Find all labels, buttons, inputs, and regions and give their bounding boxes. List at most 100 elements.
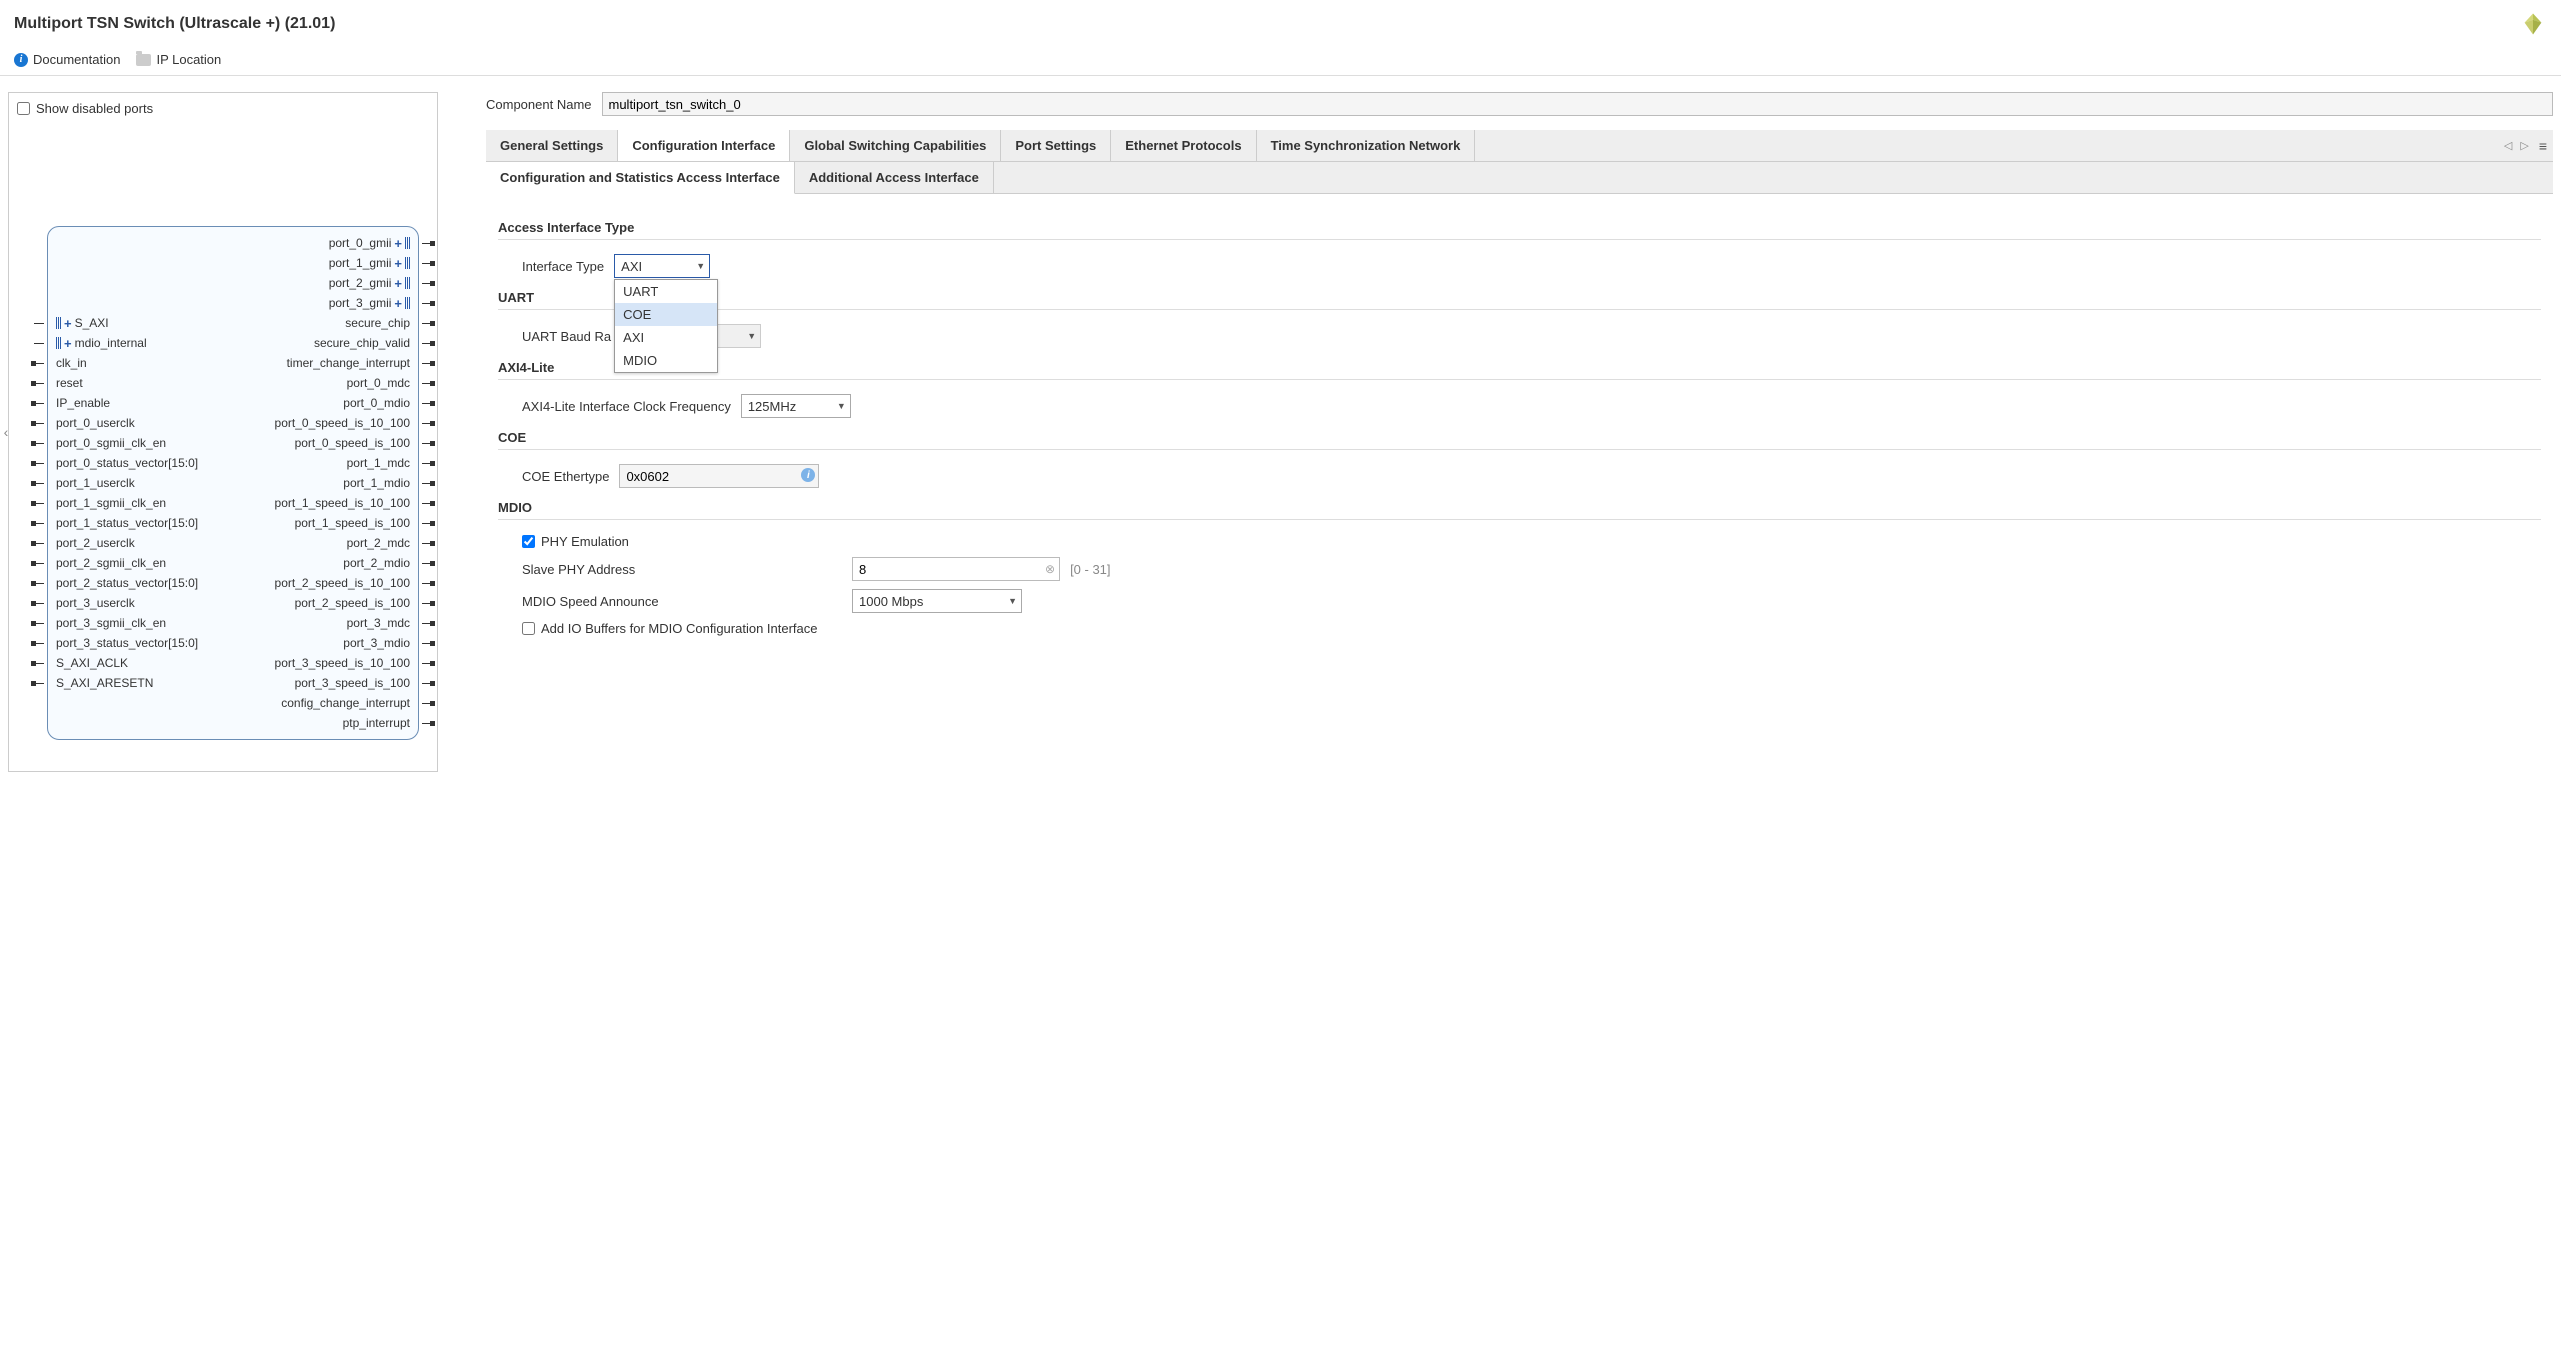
dropdown-option[interactable]: COE <box>615 303 717 326</box>
dropdown-option[interactable]: UART <box>615 280 717 303</box>
block-port: +mdio_internalsecure_chip_valid <box>48 333 418 353</box>
ip-location-link[interactable]: IP Location <box>136 52 221 67</box>
show-disabled-ports-checkbox[interactable] <box>17 102 30 115</box>
clear-icon[interactable]: ⊗ <box>1041 562 1059 576</box>
documentation-link[interactable]: i Documentation <box>14 52 120 67</box>
phy-emulation-label: PHY Emulation <box>541 534 629 549</box>
block-port: port_0_status_vector[15:0]port_1_mdc <box>48 453 418 473</box>
section-uart: UART <box>498 282 2541 310</box>
block-port: port_1_gmii + <box>48 253 418 273</box>
component-name-input[interactable] <box>602 92 2554 116</box>
bus-icon <box>405 277 410 289</box>
folder-icon <box>136 54 151 66</box>
main-tab[interactable]: Configuration Interface <box>618 130 790 161</box>
block-port: S_AXI_ARESETNport_3_speed_is_100 <box>48 673 418 693</box>
block-port: port_3_status_vector[15:0]port_3_mdio <box>48 633 418 653</box>
uart-baud-label: UART Baud Ra <box>522 329 611 344</box>
block-port: port_0_sgmii_clk_enport_0_speed_is_100 <box>48 433 418 453</box>
main-tab[interactable]: Time Synchronization Network <box>1257 130 1476 161</box>
main-layout: ‹ Show disabled ports port_0_gmii +port_… <box>0 76 2561 788</box>
block-port: port_2_status_vector[15:0]port_2_speed_i… <box>48 573 418 593</box>
documentation-label: Documentation <box>33 52 120 67</box>
page-title: Multiport TSN Switch (Ultrascale +) (21.… <box>14 15 335 33</box>
page-header: Multiport TSN Switch (Ultrascale +) (21.… <box>0 0 2561 48</box>
show-disabled-ports-label: Show disabled ports <box>36 101 153 116</box>
interface-type-label: Interface Type <box>522 259 604 274</box>
slave-phy-label: Slave PHY Address <box>522 562 842 577</box>
toolbar: i Documentation IP Location <box>0 48 2561 76</box>
block-port: clk_intimer_change_interrupt <box>48 353 418 373</box>
dropdown-option[interactable]: MDIO <box>615 349 717 372</box>
mdio-speed-row: MDIO Speed Announce 1000 Mbps ▼ <box>498 585 2541 617</box>
interface-type-dropdown-container: AXI ▼ UARTCOEAXIMDIO <box>614 254 710 278</box>
bus-icon <box>56 317 61 329</box>
chevron-down-icon: ▼ <box>837 401 846 411</box>
dropdown-option[interactable]: AXI <box>615 326 717 349</box>
expand-icon[interactable]: + <box>64 316 72 331</box>
expand-icon[interactable]: + <box>394 276 402 291</box>
expand-icon[interactable]: + <box>394 296 402 311</box>
block-port: port_2_gmii + <box>48 273 418 293</box>
bus-icon <box>405 297 410 309</box>
bus-icon <box>56 337 61 349</box>
section-coe: COE <box>498 422 2541 450</box>
io-buffers-checkbox[interactable] <box>522 622 535 635</box>
io-buffers-label: Add IO Buffers for MDIO Configuration In… <box>541 621 818 636</box>
tab-menu-icon[interactable]: ≡ <box>2533 138 2553 154</box>
show-disabled-ports-row: Show disabled ports <box>17 101 429 116</box>
main-tab[interactable]: Ethernet Protocols <box>1111 130 1256 161</box>
axi4-clock-row: AXI4-Lite Interface Clock Frequency 125M… <box>498 390 2541 422</box>
config-content: Access Interface Type Interface Type AXI… <box>486 206 2553 644</box>
main-tab[interactable]: Global Switching Capabilities <box>790 130 1001 161</box>
uart-baud-row: UART Baud Ra ▼ <box>498 320 2541 352</box>
block-port: port_3_userclkport_2_speed_is_100 <box>48 593 418 613</box>
expand-icon[interactable]: + <box>394 236 402 251</box>
axi4-clock-select[interactable]: 125MHz ▼ <box>741 394 851 418</box>
section-mdio: MDIO <box>498 492 2541 520</box>
io-buffers-row: Add IO Buffers for MDIO Configuration In… <box>498 617 2541 640</box>
vendor-logo <box>2519 10 2547 38</box>
section-axi4-lite: AXI4-Lite <box>498 352 2541 380</box>
info-icon: i <box>14 53 28 67</box>
phy-emulation-checkbox[interactable] <box>522 535 535 548</box>
mdio-speed-value: 1000 Mbps <box>859 594 923 609</box>
block-port: S_AXI_ACLKport_3_speed_is_10_100 <box>48 653 418 673</box>
chevron-down-icon: ▼ <box>696 261 705 271</box>
ip-block-diagram[interactable]: port_0_gmii +port_1_gmii +port_2_gmii +p… <box>47 226 419 740</box>
collapse-handle[interactable]: ‹ <box>1 414 11 450</box>
sub-tab[interactable]: Additional Access Interface <box>795 162 994 193</box>
tab-scroll-right-icon[interactable]: ▷ <box>2516 139 2532 152</box>
interface-type-select[interactable]: AXI ▼ <box>614 254 710 278</box>
block-port: port_1_sgmii_clk_enport_1_speed_is_10_10… <box>48 493 418 513</box>
slave-phy-row: Slave PHY Address ⊗ [0 - 31] <box>498 553 2541 585</box>
sub-tab[interactable]: Configuration and Statistics Access Inte… <box>486 162 795 194</box>
slave-phy-input[interactable] <box>853 562 1041 577</box>
axi4-clock-value: 125MHz <box>748 399 796 414</box>
coe-ethertype-label: COE Ethertype <box>522 469 609 484</box>
ip-location-label: IP Location <box>156 52 221 67</box>
expand-icon[interactable]: + <box>64 336 72 351</box>
mdio-speed-label: MDIO Speed Announce <box>522 594 842 609</box>
block-port: resetport_0_mdc <box>48 373 418 393</box>
interface-type-value: AXI <box>621 259 642 274</box>
component-name-row: Component Name <box>486 92 2553 116</box>
phy-emulation-row: PHY Emulation <box>498 530 2541 553</box>
axi4-clock-label: AXI4-Lite Interface Clock Frequency <box>522 399 731 414</box>
ip-preview-panel: ‹ Show disabled ports port_0_gmii +port_… <box>8 92 438 772</box>
block-port: port_3_sgmii_clk_enport_3_mdc <box>48 613 418 633</box>
main-tab[interactable]: General Settings <box>486 130 618 161</box>
section-access-interface-type: Access Interface Type <box>498 212 2541 240</box>
bus-icon <box>405 237 410 249</box>
block-port: ptp_interrupt <box>48 713 418 733</box>
tab-scroll-left-icon[interactable]: ◁ <box>2500 139 2516 152</box>
main-tabs: General SettingsConfiguration InterfaceG… <box>486 130 2553 162</box>
coe-ethertype-input[interactable] <box>619 464 819 488</box>
chevron-down-icon: ▼ <box>747 331 756 341</box>
interface-type-dropdown-list: UARTCOEAXIMDIO <box>614 279 718 373</box>
block-port: IP_enableport_0_mdio <box>48 393 418 413</box>
main-tab[interactable]: Port Settings <box>1001 130 1111 161</box>
coe-ethertype-row: COE Ethertype i <box>498 460 2541 492</box>
mdio-speed-select[interactable]: 1000 Mbps ▼ <box>852 589 1022 613</box>
expand-icon[interactable]: + <box>394 256 402 271</box>
block-port: port_1_status_vector[15:0]port_1_speed_i… <box>48 513 418 533</box>
